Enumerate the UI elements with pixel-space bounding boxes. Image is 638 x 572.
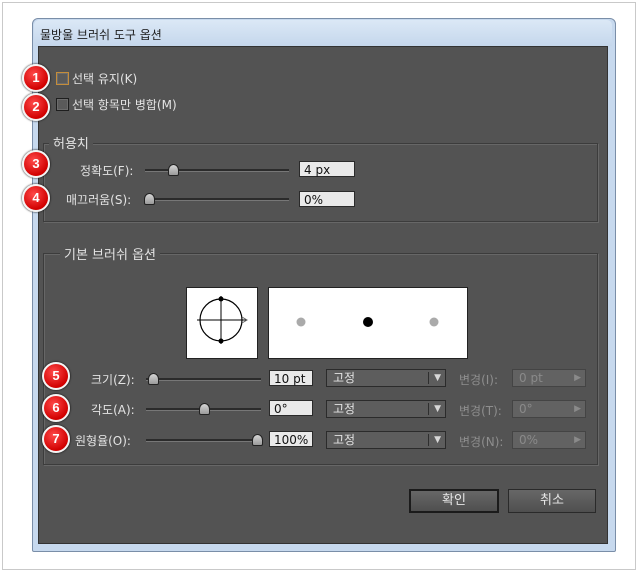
window-title: 물방울 브러쉬 도구 옵션 xyxy=(40,28,162,42)
angle-mode-dropdown[interactable]: 고정 ▼ xyxy=(326,400,446,418)
angle-variation-value: 0° xyxy=(519,402,533,416)
ok-button[interactable]: 확인 xyxy=(409,489,499,513)
smoothness-field[interactable]: 0% xyxy=(299,191,355,207)
annotation-badge: 6 xyxy=(42,394,70,422)
roundness-variation-label: 변경(N): xyxy=(459,435,504,449)
keep-selected-label: 선택 유지(K) xyxy=(72,72,138,86)
size-mode-value: 고정 xyxy=(333,371,356,385)
size-field[interactable]: 10 pt xyxy=(269,370,313,386)
chevron-down-icon: ▼ xyxy=(434,435,441,445)
brush-shape-preview xyxy=(186,287,258,359)
brush-shape-icon xyxy=(197,296,248,344)
angle-field[interactable]: 0° xyxy=(269,400,313,416)
size-mode-dropdown[interactable]: 고정 ▼ xyxy=(326,369,446,387)
tolerance-title: 허용치 xyxy=(49,133,93,152)
roundness-variation-value: 0% xyxy=(519,433,539,447)
roundness-label: 원형율(O): xyxy=(75,434,131,448)
chevron-right-icon: ▶ xyxy=(574,373,581,383)
angle-variation-label: 변경(T): xyxy=(459,404,502,418)
size-variation-label: 변경(I): xyxy=(459,373,499,387)
angle-mode-value: 고정 xyxy=(333,402,356,416)
annotation-badge: 4 xyxy=(22,184,50,212)
keep-selected-checkbox[interactable] xyxy=(56,72,69,85)
annotation-badge: 1 xyxy=(22,64,50,92)
annotation-badge: 3 xyxy=(22,150,50,178)
tolerance-group xyxy=(43,143,598,222)
annotation-badge: 2 xyxy=(22,93,50,121)
roundness-mode-dropdown[interactable]: 고정 ▼ xyxy=(326,431,446,449)
annotation-badge: 5 xyxy=(42,362,70,390)
chevron-down-icon: ▼ xyxy=(434,373,441,383)
angle-label: 각도(A): xyxy=(91,403,135,417)
size-variation-field: 0 pt ▶ xyxy=(512,369,586,387)
dropdown-separator xyxy=(428,434,429,446)
smoothness-label: 매끄러움(S): xyxy=(66,193,132,207)
fidelity-label: 정확도(F): xyxy=(80,164,134,178)
fidelity-field[interactable]: 4 px xyxy=(299,161,355,177)
size-variation-value: 0 pt xyxy=(519,371,543,385)
chevron-right-icon: ▶ xyxy=(574,435,581,445)
merge-only-selection-label: 선택 항목만 병합(M) xyxy=(72,98,177,112)
roundness-slider-track[interactable] xyxy=(146,439,261,442)
roundness-mode-value: 고정 xyxy=(333,433,356,447)
size-label: 크기(Z): xyxy=(91,373,135,387)
brush-size-preview xyxy=(268,287,468,359)
dropdown-separator xyxy=(428,403,429,415)
roundness-field[interactable]: 100% xyxy=(269,431,313,447)
fidelity-slider-track[interactable] xyxy=(145,169,289,172)
angle-variation-field: 0° ▶ xyxy=(512,400,586,418)
annotation-badge: 7 xyxy=(42,425,70,453)
chevron-right-icon: ▶ xyxy=(574,404,581,414)
size-slider-track[interactable] xyxy=(146,378,261,381)
smoothness-slider-track[interactable] xyxy=(145,198,289,201)
roundness-variation-field: 0% ▶ xyxy=(512,431,586,449)
chevron-down-icon: ▼ xyxy=(434,404,441,414)
merge-only-selection-checkbox[interactable] xyxy=(56,98,69,111)
brush-dots-icon xyxy=(296,317,439,327)
cancel-button[interactable]: 취소 xyxy=(508,489,596,513)
dropdown-separator xyxy=(428,372,429,384)
brush-options-title: 기본 브러쉬 옵션 xyxy=(60,244,160,263)
